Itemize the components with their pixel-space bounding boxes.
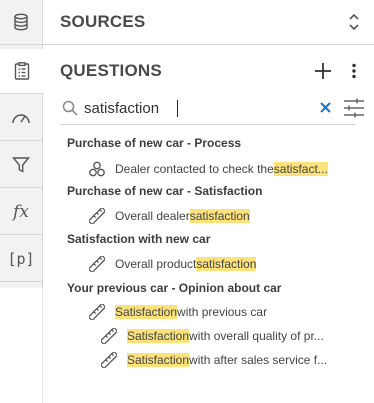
item-text-rest: with after sales service f...	[189, 353, 328, 367]
filter-settings-icon[interactable]	[343, 98, 365, 123]
ruler-icon	[100, 351, 118, 369]
clear-search-icon[interactable]	[320, 100, 331, 118]
ruler-icon	[88, 255, 106, 273]
list-item[interactable]: Satisfaction with after sales service f.…	[100, 350, 327, 370]
parameter-label: [p]	[7, 250, 35, 268]
item-text-rest: with overall quality of pr...	[189, 329, 324, 343]
database-icon[interactable]	[0, 0, 42, 45]
rail-empty-area	[0, 288, 43, 403]
main-panel: SOURCES QUESTIONS satisfaction Purchase …	[43, 0, 374, 403]
group-title[interactable]: Purchase of new car - Satisfaction	[67, 184, 262, 198]
item-text-rest: with previous car	[177, 305, 268, 319]
group-title[interactable]: Satisfaction with new car	[67, 232, 210, 246]
ruler-icon	[100, 327, 118, 345]
expand-collapse-icon[interactable]	[348, 0, 360, 44]
gauge-icon[interactable]	[0, 96, 42, 141]
filter-icon[interactable]	[0, 143, 42, 188]
item-text: Overall dealer	[115, 209, 190, 223]
formula-label: fx	[13, 202, 29, 222]
item-text: Overall product	[115, 257, 197, 271]
questionnaire-icon[interactable]	[0, 49, 44, 94]
questions-title: QUESTIONS	[60, 61, 162, 80]
match-highlight: satisfact...	[273, 162, 328, 176]
list-item[interactable]: Satisfaction with previous car	[88, 302, 267, 322]
list-item[interactable]: Overall product satisfaction	[88, 254, 257, 274]
match-highlight: Satisfaction	[127, 329, 190, 343]
search-box	[60, 92, 364, 125]
item-text: Dealer contacted to check the	[115, 162, 274, 176]
add-icon[interactable]	[314, 49, 332, 93]
group-title[interactable]: Purchase of new car - Process	[67, 136, 241, 150]
match-highlight: satisfaction	[196, 257, 257, 271]
formula-icon[interactable]: fx	[0, 190, 42, 235]
text-cursor	[177, 100, 178, 117]
match-highlight: Satisfaction	[115, 305, 178, 319]
more-options-icon[interactable]	[352, 49, 356, 93]
ruler-icon	[88, 207, 106, 225]
search-icon	[62, 100, 78, 121]
match-highlight: satisfaction	[189, 209, 250, 223]
list-item[interactable]: Dealer contacted to check the satisfact.…	[88, 159, 328, 179]
sources-title: SOURCES	[60, 12, 146, 31]
match-highlight: Satisfaction	[127, 353, 190, 367]
questions-header: QUESTIONS	[43, 49, 374, 93]
ruler-icon	[88, 303, 106, 321]
group-title[interactable]: Your previous car - Opinion about car	[67, 281, 281, 295]
list-item[interactable]: Overall dealer satisfaction	[88, 206, 250, 226]
list-item[interactable]: Satisfaction with overall quality of pr.…	[100, 326, 324, 346]
search-input[interactable]	[84, 95, 304, 121]
sources-header[interactable]: SOURCES	[43, 0, 374, 45]
left-rail: fx [p]	[0, 0, 44, 403]
network-icon	[88, 160, 106, 178]
parameter-icon[interactable]: [p]	[0, 237, 42, 282]
